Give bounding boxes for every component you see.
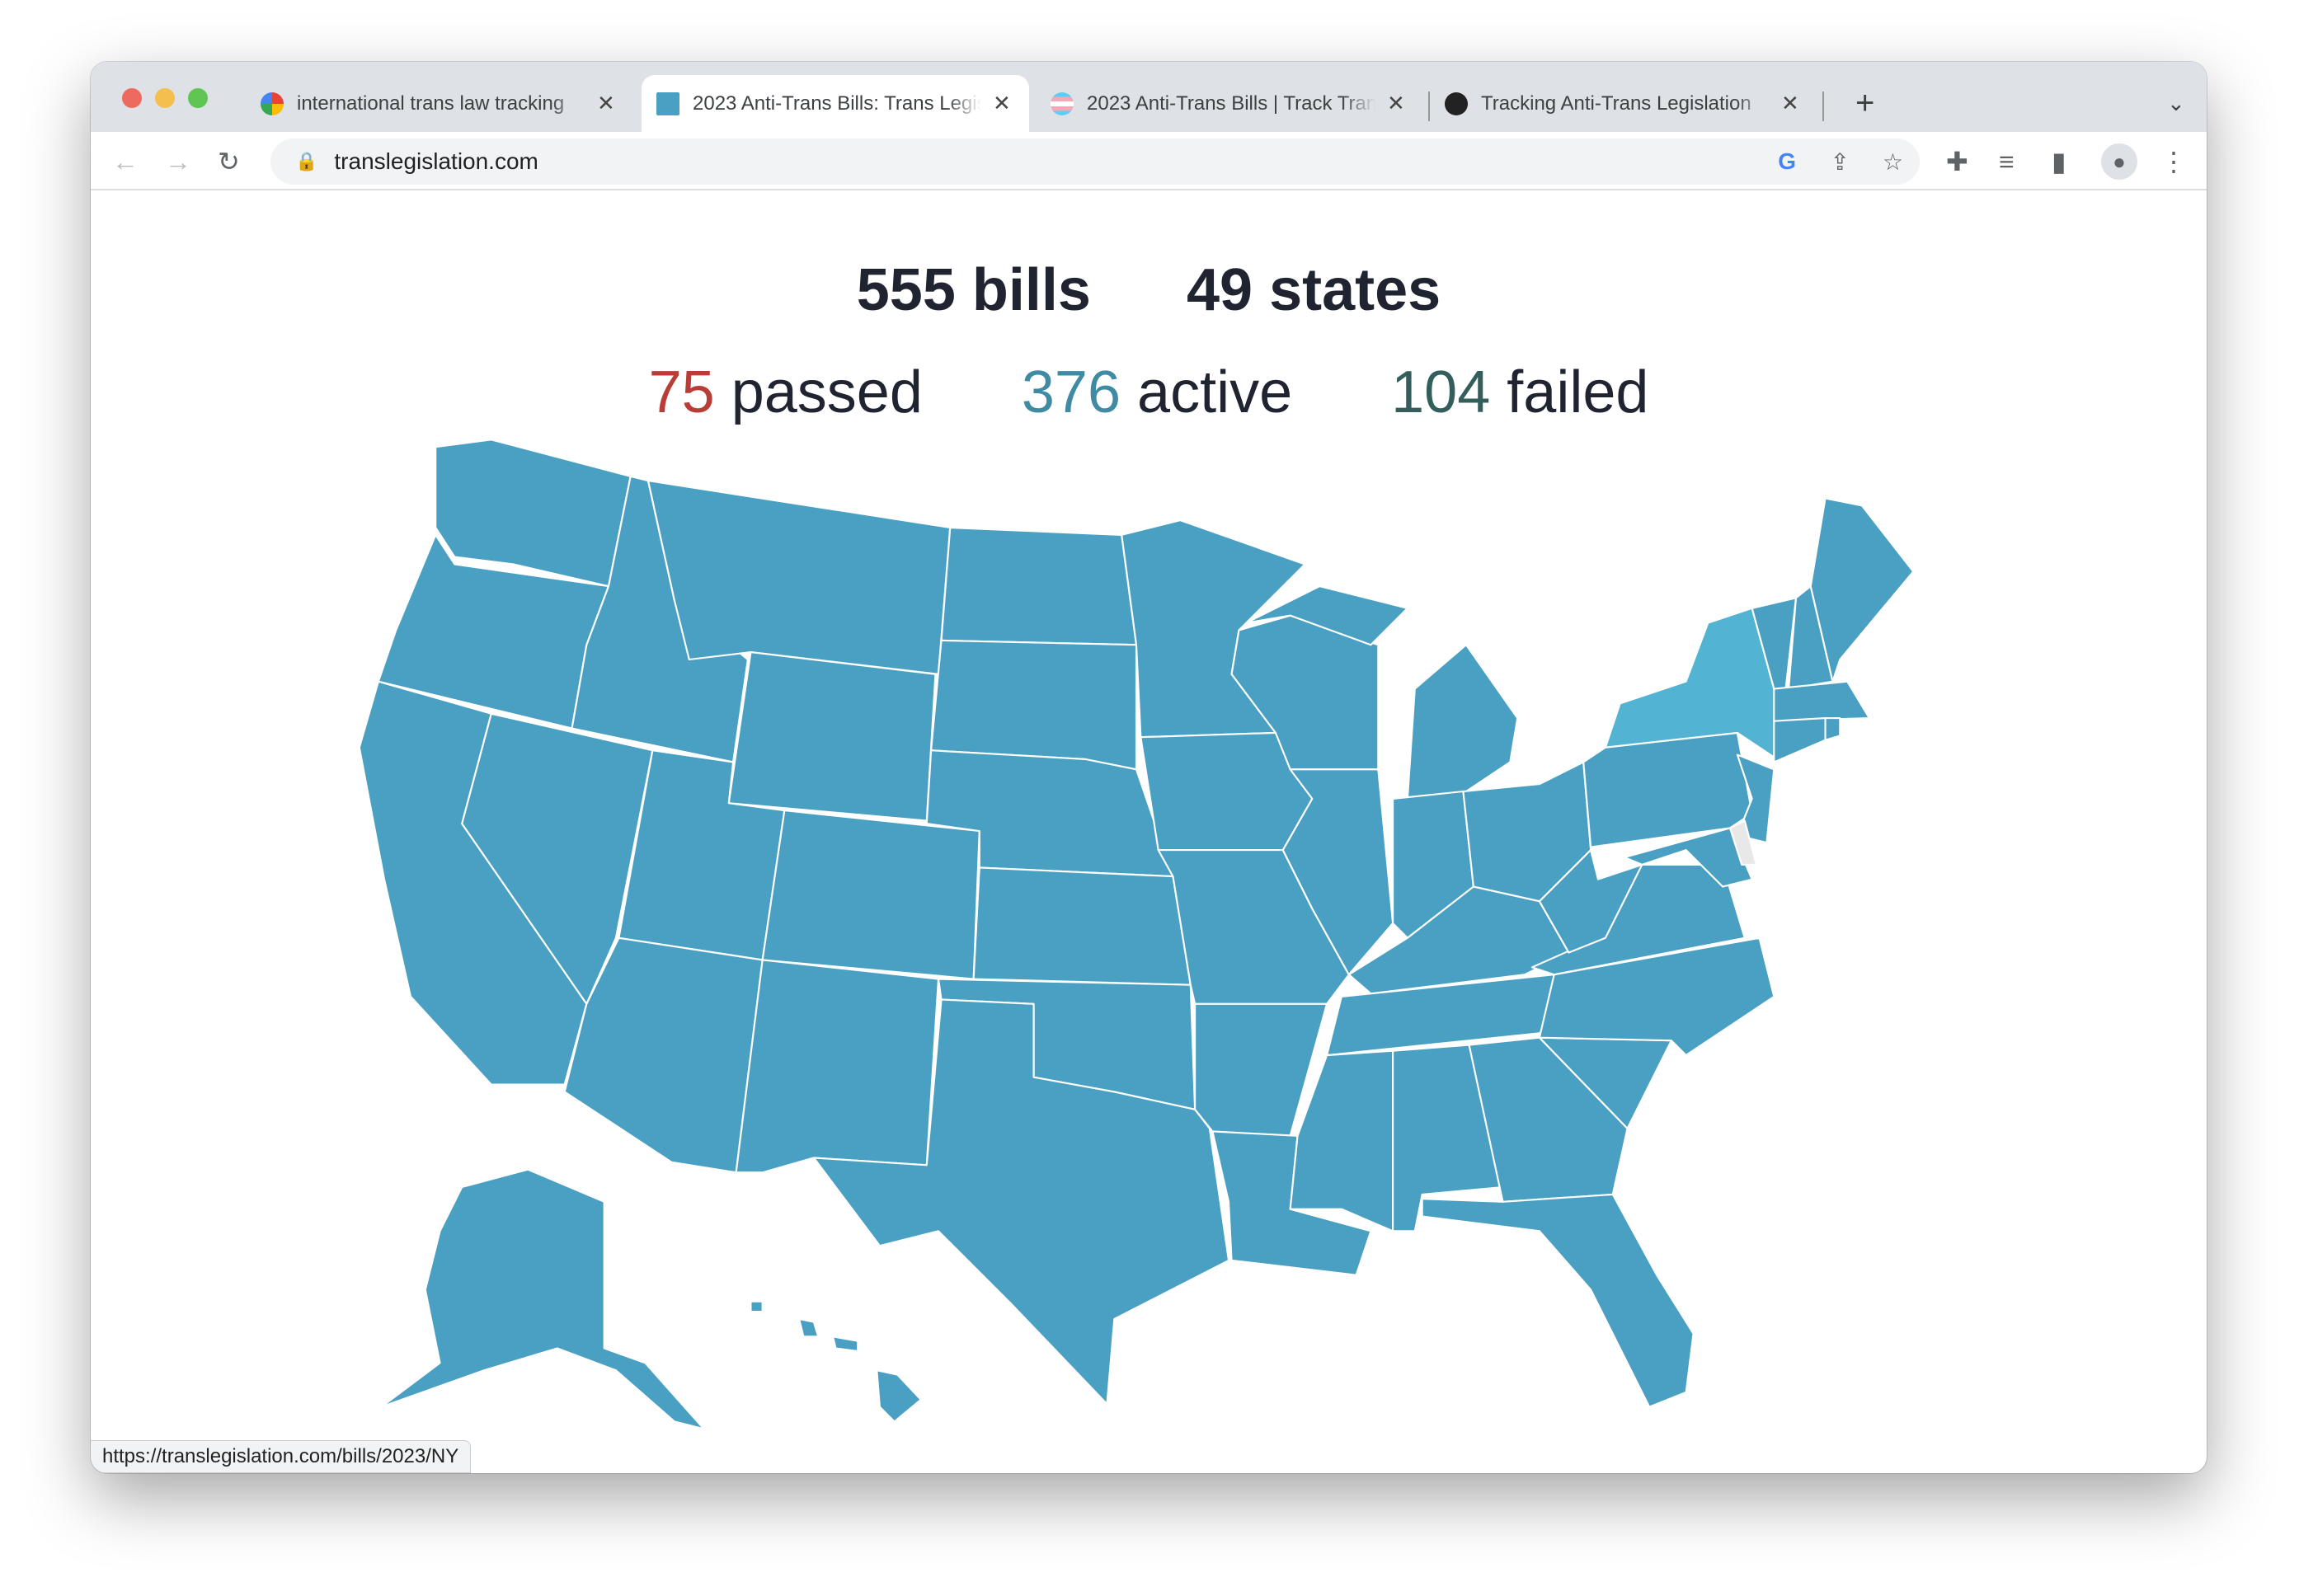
state-WY[interactable] [727, 651, 937, 822]
state-ND[interactable] [940, 526, 1138, 646]
state-HI-island[interactable] [750, 1300, 764, 1313]
state-FL[interactable] [1421, 1193, 1695, 1408]
state-ME[interactable] [1809, 497, 1915, 683]
us-states-map [358, 439, 1915, 1430]
state-MI[interactable] [1406, 644, 1519, 800]
state-WA[interactable] [435, 439, 632, 588]
state-SD[interactable] [930, 639, 1138, 771]
state-MT[interactable] [646, 480, 952, 675]
state-CO[interactable] [761, 810, 980, 980]
state-NM[interactable] [735, 959, 940, 1174]
state-CT[interactable] [1773, 717, 1827, 763]
state-HI-island[interactable] [831, 1335, 859, 1353]
state-HI-island[interactable] [798, 1317, 820, 1338]
state-HI[interactable] [876, 1369, 922, 1423]
state-KS[interactable] [972, 866, 1192, 986]
state-MA[interactable] [1773, 680, 1870, 722]
state-AK[interactable] [380, 1168, 705, 1430]
state-RI[interactable] [1824, 717, 1841, 741]
